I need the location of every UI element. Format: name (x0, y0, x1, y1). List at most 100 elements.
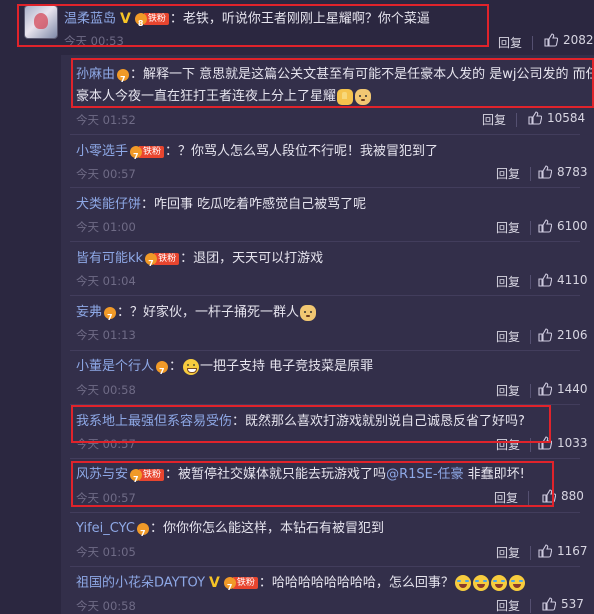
fan-label: 铁粉 (139, 468, 165, 481)
comment-text: ？你骂人怎么骂人段位不行呢！我被冒犯到了 (178, 144, 439, 159)
fan-badge: 7 铁粉 (130, 468, 165, 484)
highlight-box (71, 58, 594, 108)
username-link[interactable]: 小零选手 (76, 144, 128, 159)
comment-text: 一把子支持 电子竞技菜是原罪 (200, 359, 374, 374)
username-link[interactable]: 祖国的小花朵DAYTOY (76, 576, 205, 591)
divider (516, 113, 517, 127)
like-count: 2106 (557, 328, 588, 342)
fan-label: 铁粉 (154, 252, 180, 265)
divider (530, 167, 531, 181)
reply-button[interactable]: 回复 (496, 328, 520, 345)
timestamp: 今天 01:13 (76, 328, 136, 342)
divider (70, 295, 580, 296)
reply-item: 小董是个行人 7 ： 一把子支持 电子竞技菜是原罪 (76, 358, 373, 376)
fan-badge: 7 铁粉 (130, 145, 165, 161)
like-count: 1440 (557, 382, 588, 396)
timestamp: 今天 01:05 (76, 545, 136, 559)
comment-text: ？好家伙，一杆子捅死一群人 (130, 305, 300, 320)
like-button[interactable]: 2082 (544, 33, 594, 47)
doge-emoji-icon (300, 304, 317, 321)
like-count: 880 (561, 489, 584, 503)
laugh-cry-emoji-icon (454, 575, 471, 591)
timestamp: 今天 01:52 (76, 113, 136, 127)
reply-item: 妄弗 7 ：？好家伙，一杆子捅死一群人 (76, 304, 317, 322)
reply-button[interactable]: 回复 (496, 273, 520, 290)
reply-button[interactable]: 回复 (496, 544, 520, 561)
like-count: 10584 (547, 111, 586, 125)
reply-button[interactable]: 回复 (496, 165, 520, 182)
divider (530, 221, 531, 235)
fan-badge: 8 铁粉 (134, 12, 169, 28)
fan-level: 7 (226, 583, 233, 592)
verified-v-icon: V (209, 575, 220, 591)
fan-label: 铁粉 (143, 13, 169, 25)
like-button[interactable]: 4110 (538, 273, 588, 287)
laugh-cry-emoji-icon (508, 575, 525, 591)
fan-level: 7 (107, 312, 113, 322)
laugh-cry-emoji-icon (490, 575, 507, 591)
thumb-up-icon (528, 111, 542, 125)
divider (530, 384, 531, 398)
like-button[interactable]: 10584 (528, 111, 585, 125)
separator: ： (149, 521, 163, 536)
username-link[interactable]: 犬类能仔饼 (76, 197, 141, 212)
separator: ： (165, 144, 179, 159)
divider (70, 512, 580, 513)
reply-button[interactable]: 回复 (482, 111, 506, 128)
username-link[interactable]: 妄弗 (76, 305, 102, 320)
reply-button[interactable]: 回复 (496, 382, 520, 399)
timestamp: 今天 01:00 (76, 220, 136, 234)
divider (530, 275, 531, 289)
like-button[interactable]: 537 (542, 597, 584, 611)
fan-level: 7 (139, 528, 146, 538)
thumb-up-icon (542, 597, 556, 611)
thumb-up-icon (538, 382, 552, 396)
separator: ： (180, 251, 194, 266)
divider (530, 546, 531, 560)
username-link[interactable]: Yifei_CYC (76, 521, 135, 536)
grin-emoji-icon (183, 358, 200, 375)
divider (70, 241, 580, 242)
timestamp: 今天 00:58 (76, 599, 136, 613)
timestamp: 今天 00:57 (76, 167, 136, 181)
comment-text: 退团，天天可以打游戏 (193, 251, 324, 266)
fan-badge: 7 铁粉 (145, 252, 180, 268)
divider (532, 36, 533, 50)
like-button[interactable]: 8783 (538, 165, 588, 179)
divider (530, 599, 531, 613)
fan-level: 7 (159, 366, 165, 376)
like-button[interactable]: 2106 (538, 328, 588, 342)
reply-button[interactable]: 回复 (498, 34, 522, 51)
divider (70, 350, 580, 351)
thumb-up-icon (538, 165, 552, 179)
divider (70, 134, 580, 135)
highlight-box (71, 461, 554, 507)
like-button[interactable]: 1440 (538, 382, 588, 396)
username-link[interactable]: 小董是个行人 (76, 359, 154, 374)
comment-text: 咋回事 吃瓜吃着咋感觉自己被骂了呢 (154, 197, 367, 212)
fan-level: 7 (148, 258, 154, 268)
like-button[interactable]: 1167 (538, 544, 588, 558)
divider (70, 566, 580, 567)
reply-item: 皆有可能kk 7 铁粉 ：退团，天天可以打游戏 (76, 250, 323, 268)
highlight-box (71, 405, 551, 443)
thumb-up-icon (538, 273, 552, 287)
reply-button[interactable]: 回复 (496, 219, 520, 236)
fan-badge: 7 (156, 360, 169, 376)
highlight-box (17, 4, 489, 47)
thumb-up-icon (538, 544, 552, 558)
fan-badge: 7 铁粉 (223, 576, 258, 592)
like-button[interactable]: 6100 (538, 219, 588, 233)
username-link[interactable]: 皆有可能kk (76, 251, 143, 266)
fan-badge: 7 (136, 522, 149, 538)
fan-level: 8 (137, 19, 144, 28)
reply-item: Yifei_CYC 7 ：你你你怎么能这样，本钻石有被冒犯到 (76, 520, 384, 538)
reply-item: 祖国的小花朵DAYTOY V 7 铁粉 ：哈哈哈哈哈哈哈哈，怎么回事？ (76, 574, 526, 593)
timestamp: 今天 00:58 (76, 383, 136, 397)
like-count: 1167 (557, 544, 588, 558)
fan-badge: 7 (104, 306, 117, 322)
like-count: 8783 (557, 165, 588, 179)
thumb-up-icon (538, 219, 552, 233)
comment-text: 哈哈哈哈哈哈哈哈，怎么回事？ (271, 575, 454, 591)
reply-button[interactable]: 回复 (496, 597, 520, 614)
